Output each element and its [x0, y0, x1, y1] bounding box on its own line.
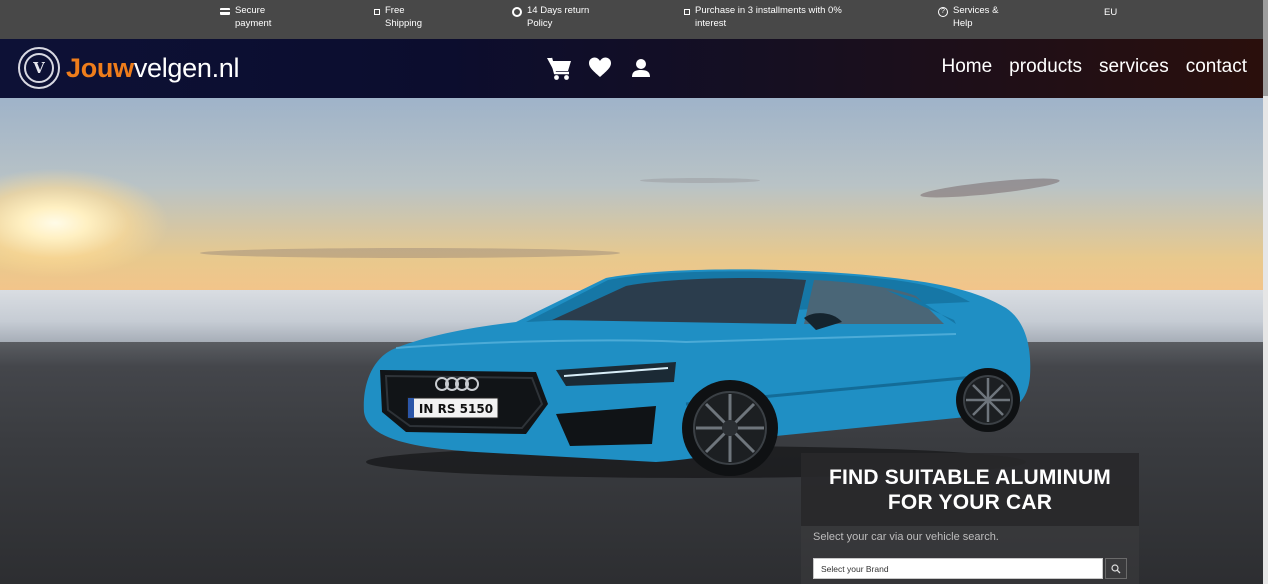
nav-products[interactable]: products: [1009, 56, 1082, 78]
truck-icon: [374, 9, 380, 15]
site-logo[interactable]: V Jouwvelgen.nl: [18, 47, 240, 89]
heart-icon[interactable]: [588, 55, 612, 81]
installments-icon: [684, 9, 690, 15]
brand-search-row: [813, 558, 1127, 579]
hero-banner: IN RS 5150 FIND SUITABLE ALUMINUM FOR YO…: [0, 98, 1263, 584]
panel-header: FIND SUITABLE ALUMINUM FOR YOUR CAR: [801, 453, 1139, 526]
credit-card-icon: [220, 8, 230, 15]
return-policy-item[interactable]: 14 Days return Policy: [512, 5, 589, 30]
language-label: EU: [1104, 7, 1118, 18]
return-policy-label: 14 Days return Policy: [527, 5, 590, 29]
brand-select-input[interactable]: [813, 558, 1103, 579]
language-selector[interactable]: EU: [1089, 7, 1117, 20]
netherlands-flag-icon: [1089, 10, 1102, 19]
help-icon: ?: [938, 7, 948, 17]
sunset-glow: [0, 168, 170, 278]
services-help-label: Services & Help: [953, 5, 999, 29]
logo-mark-icon: V: [18, 47, 60, 89]
secure-payment-label: Secure payment: [235, 5, 272, 29]
scrollbar-thumb[interactable]: [1263, 0, 1268, 96]
cloud: [640, 178, 760, 183]
free-shipping-item[interactable]: Free Shipping: [374, 5, 422, 30]
panel-title: FIND SUITABLE ALUMINUM FOR YOUR CAR: [828, 466, 1112, 514]
cart-icon[interactable]: [546, 55, 574, 83]
vehicle-search-panel: FIND SUITABLE ALUMINUM FOR YOUR CAR Sele…: [801, 453, 1139, 584]
return-icon: [512, 7, 522, 17]
blue-audi-car-image: IN RS 5150: [363, 269, 1031, 478]
search-icon: [1111, 563, 1121, 573]
cloud: [919, 174, 1061, 202]
main-nav: Home products services contact: [941, 56, 1247, 78]
nav-services[interactable]: services: [1099, 56, 1169, 78]
header-icons: [546, 55, 652, 83]
search-button[interactable]: [1105, 558, 1127, 579]
secure-payment-item[interactable]: Secure payment: [220, 5, 271, 30]
logo-text: Jouwvelgen.nl: [66, 53, 240, 83]
cloud: [200, 248, 620, 258]
page-scrollbar[interactable]: [1263, 0, 1268, 584]
panel-body: Select your car via our vehicle search.: [801, 526, 1139, 584]
services-help-item[interactable]: ? Services & Help: [938, 5, 998, 30]
nav-contact[interactable]: contact: [1186, 56, 1247, 78]
user-icon[interactable]: [630, 55, 652, 81]
installments-item[interactable]: Purchase in 3 installments with 0% inter…: [684, 5, 842, 30]
installments-label: Purchase in 3 installments with 0% inter…: [695, 5, 842, 29]
free-shipping-label: Free Shipping: [385, 5, 422, 29]
nav-home[interactable]: Home: [941, 56, 992, 78]
top-info-bar: Secure payment Free Shipping 14 Days ret…: [0, 0, 1268, 39]
main-header: V Jouwvelgen.nl Home products services c…: [0, 39, 1263, 98]
license-plate: IN RS 5150: [419, 402, 493, 416]
panel-subtitle: Select your car via our vehicle search.: [813, 531, 999, 543]
